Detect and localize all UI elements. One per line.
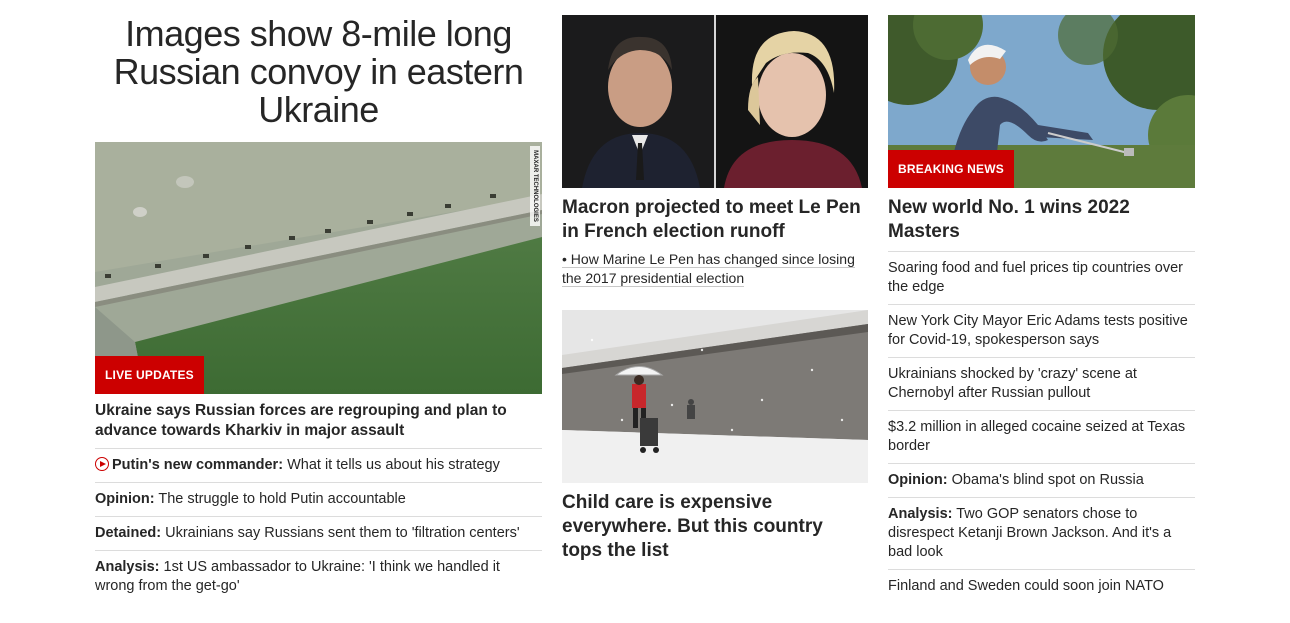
list-item[interactable]: Detained: Ukrainians say Russians sent t… <box>95 516 542 550</box>
related-link[interactable]: • How Marine Le Pen has changed since lo… <box>562 250 868 288</box>
story-title-masters[interactable]: New world No. 1 wins 2022 Masters <box>888 196 1195 244</box>
play-icon <box>95 457 109 471</box>
story-title-macron[interactable]: Macron projected to meet Le Pen in Frenc… <box>562 196 868 244</box>
list-item[interactable]: Opinion: Obama's blind spot on Russia <box>888 463 1195 497</box>
list-item[interactable]: Putin's new commander: What it tells us … <box>95 448 542 482</box>
masters-golfer-image[interactable]: BREAKING NEWS <box>888 15 1195 188</box>
story-title-child-care[interactable]: Child care is expensive everywhere. But … <box>562 491 868 563</box>
middle-column: Macron projected to meet Le Pen in Frenc… <box>562 15 868 563</box>
list-item[interactable]: Analysis: Two GOP senators chose to disr… <box>888 497 1195 569</box>
list-item[interactable]: Analysis: 1st US ambassador to Ukraine: … <box>95 550 542 603</box>
child-care-snow-image[interactable] <box>562 310 868 483</box>
list-item[interactable]: Soaring food and fuel prices tip countri… <box>888 251 1195 304</box>
live-updates-badge[interactable]: LIVE UPDATES <box>95 356 204 394</box>
top-story-column: Images show 8-mile long Russian convoy i… <box>95 15 542 603</box>
lead-story-title[interactable]: Ukraine says Russian forces are regroupi… <box>95 401 542 441</box>
list-item[interactable]: Ukrainians shocked by 'crazy' scene at C… <box>888 357 1195 410</box>
macron-le-pen-image[interactable] <box>562 15 868 188</box>
convoy-satellite-image[interactable]: MAXAR TECHNOLOGIES LIVE UPDATES <box>95 142 542 394</box>
breaking-news-badge[interactable]: BREAKING NEWS <box>888 150 1014 188</box>
list-item[interactable]: $3.2 million in alleged cocaine seized a… <box>888 410 1195 463</box>
list-item[interactable]: Finland and Sweden could soon join NATO <box>888 569 1195 603</box>
main-headline[interactable]: Images show 8-mile long Russian convoy i… <box>95 15 542 142</box>
image-credit: MAXAR TECHNOLOGIES <box>530 146 540 226</box>
right-column: BREAKING NEWS New world No. 1 wins 2022 … <box>888 15 1195 603</box>
list-item[interactable]: New York City Mayor Eric Adams tests pos… <box>888 304 1195 357</box>
list-item[interactable]: Opinion: The struggle to hold Putin acco… <box>95 482 542 516</box>
headline-list: Soaring food and fuel prices tip countri… <box>888 251 1195 603</box>
related-stories-list: Putin's new commander: What it tells us … <box>95 448 542 603</box>
